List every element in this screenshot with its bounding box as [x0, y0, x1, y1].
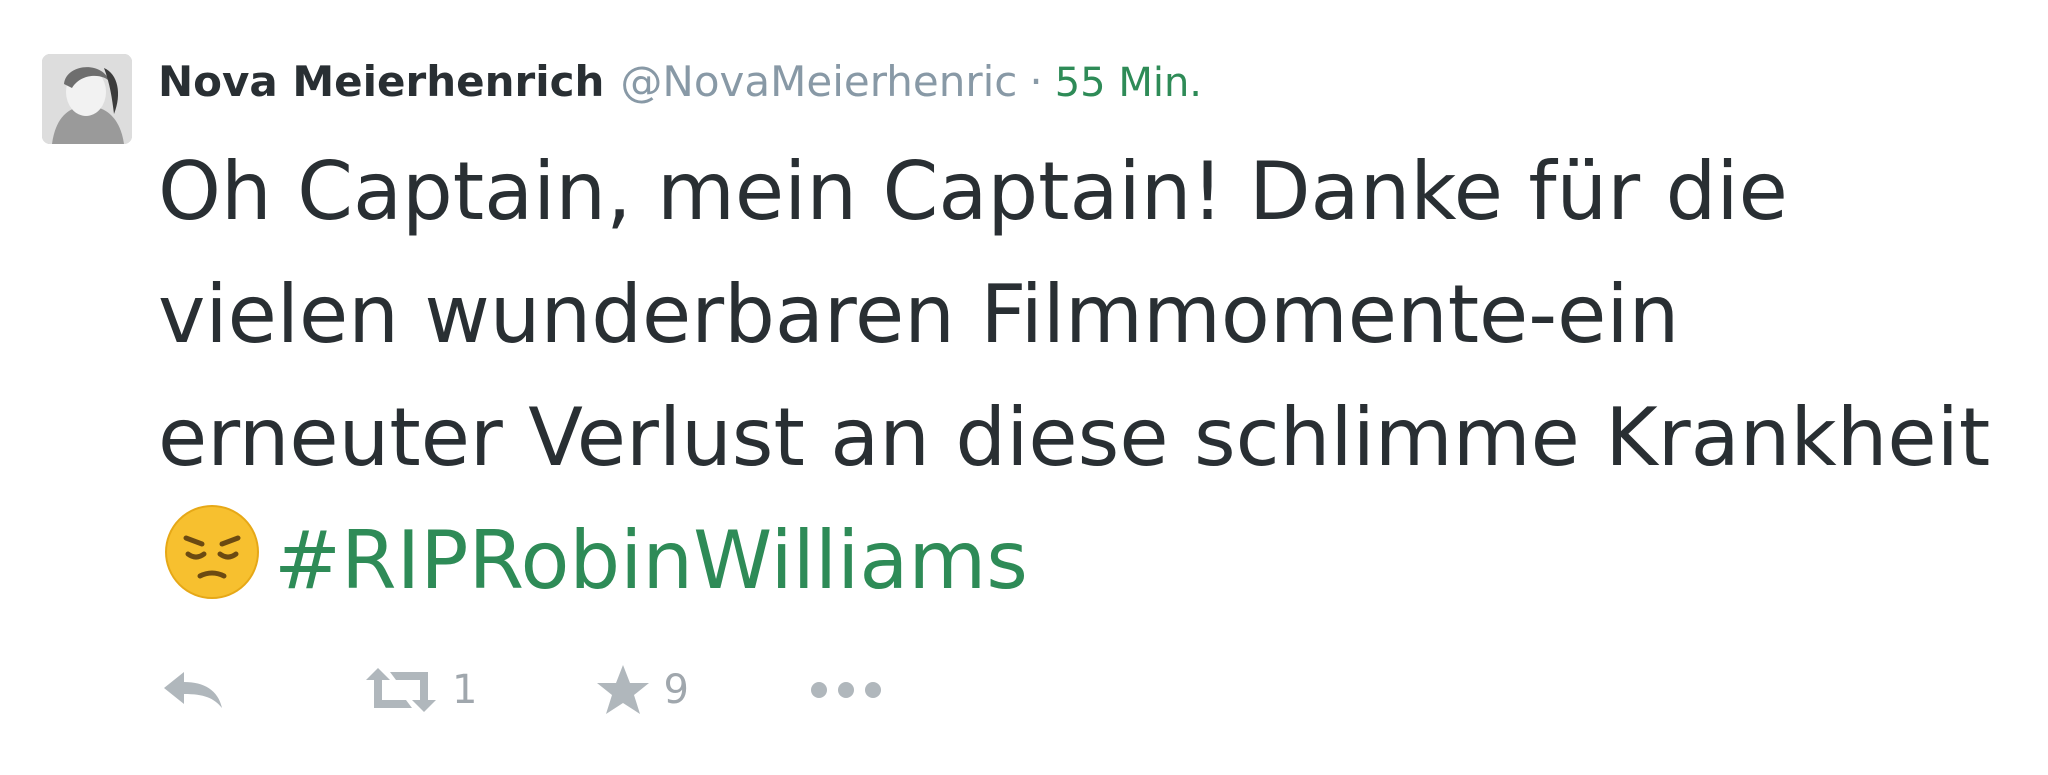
author-handle[interactable]: @NovaMeierhenric — [620, 52, 1017, 112]
hashtag-link[interactable]: #RIPRobinWilliams — [274, 514, 1028, 607]
tweet-text: Oh Captain, mein Captain! Danke für die … — [158, 130, 2018, 622]
more-dots-icon — [810, 682, 881, 698]
tweet-body: Oh Captain, mein Captain! Danke für die … — [158, 145, 1991, 484]
tweet-timestamp[interactable]: 55 Min. — [1055, 53, 1202, 113]
tweet-header: Nova Meierhenrich @NovaMeierhenric · 55 … — [158, 52, 1202, 112]
favorite-count: 9 — [663, 667, 689, 713]
retweet-icon — [366, 668, 436, 712]
header-separator: · — [1029, 57, 1043, 106]
author-avatar[interactable] — [42, 54, 132, 144]
author-name[interactable]: Nova Meierhenrich — [158, 52, 604, 112]
retweet-count: 1 — [452, 667, 478, 713]
reply-button[interactable] — [160, 668, 230, 712]
reply-icon — [164, 672, 222, 708]
user-avatar-icon — [42, 54, 132, 144]
star-icon — [597, 665, 650, 714]
pensive-face-emoji-icon — [162, 502, 262, 602]
favorite-button[interactable]: 9 — [595, 663, 689, 717]
tweet-actions: 1 9 — [160, 660, 883, 720]
tweet: Nova Meierhenrich @NovaMeierhenric · 55 … — [0, 0, 2048, 775]
more-button[interactable] — [809, 680, 883, 700]
retweet-button[interactable]: 1 — [362, 666, 477, 714]
